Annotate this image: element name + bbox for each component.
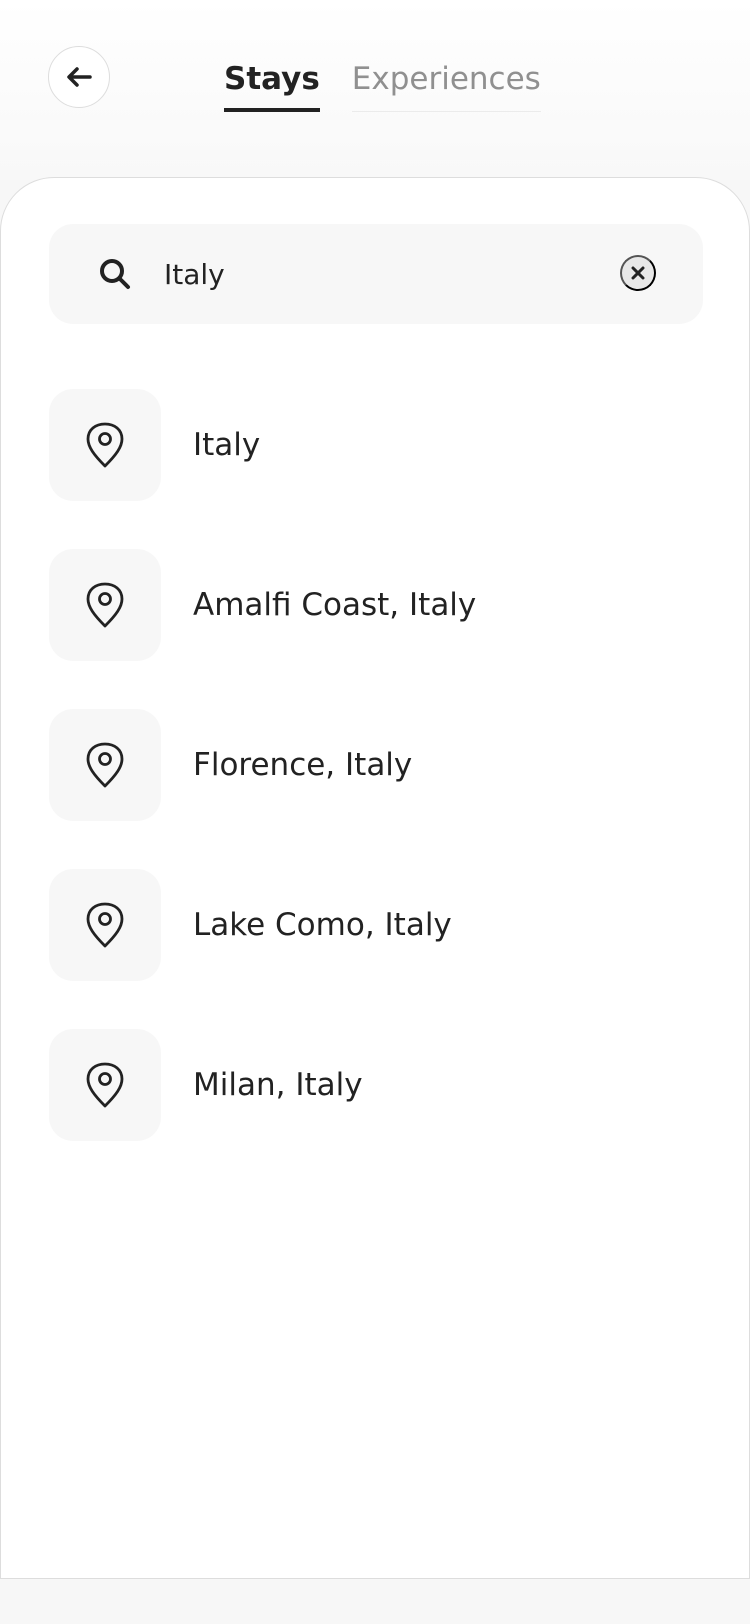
location-icon-tile: [49, 869, 161, 981]
tab-stays[interactable]: Stays: [224, 58, 320, 112]
back-button[interactable]: [48, 46, 110, 108]
clear-search-button[interactable]: [620, 255, 656, 291]
location-result-item[interactable]: Amalfi Coast, Italy: [49, 549, 703, 661]
location-pin-icon: [86, 742, 124, 788]
arrow-left-icon: [67, 67, 92, 87]
search-icon: [100, 259, 130, 289]
close-icon: [631, 266, 645, 280]
search-category-tabs: Stays Experiences: [224, 58, 541, 112]
location-result-label: Amalfi Coast, Italy: [193, 587, 477, 623]
location-result-item[interactable]: Italy: [49, 389, 703, 501]
location-pin-icon: [86, 1062, 124, 1108]
location-result-label: Italy: [193, 427, 261, 463]
location-icon-tile: [49, 549, 161, 661]
search-input[interactable]: [164, 248, 584, 300]
location-result-item[interactable]: Florence, Italy: [49, 709, 703, 821]
location-result-label: Milan, Italy: [193, 1067, 363, 1103]
location-results-list: Italy Amalfi Coast, Italy Florence, Ital…: [49, 389, 703, 1189]
location-result-item[interactable]: Milan, Italy: [49, 1029, 703, 1141]
location-icon-tile: [49, 389, 161, 501]
search-results-sheet: Italy Amalfi Coast, Italy Florence, Ital…: [0, 177, 750, 1579]
location-icon-tile: [49, 1029, 161, 1141]
tab-experiences[interactable]: Experiences: [351, 58, 541, 112]
top-navigation-area: Stays Experiences: [0, 0, 750, 180]
location-result-item[interactable]: Lake Como, Italy: [49, 869, 703, 981]
location-pin-icon: [86, 902, 124, 948]
location-pin-icon: [86, 582, 124, 628]
location-pin-icon: [86, 422, 124, 468]
location-result-label: Florence, Italy: [193, 747, 413, 783]
location-icon-tile: [49, 709, 161, 821]
location-search-bar[interactable]: [49, 224, 703, 324]
location-result-label: Lake Como, Italy: [193, 907, 452, 943]
